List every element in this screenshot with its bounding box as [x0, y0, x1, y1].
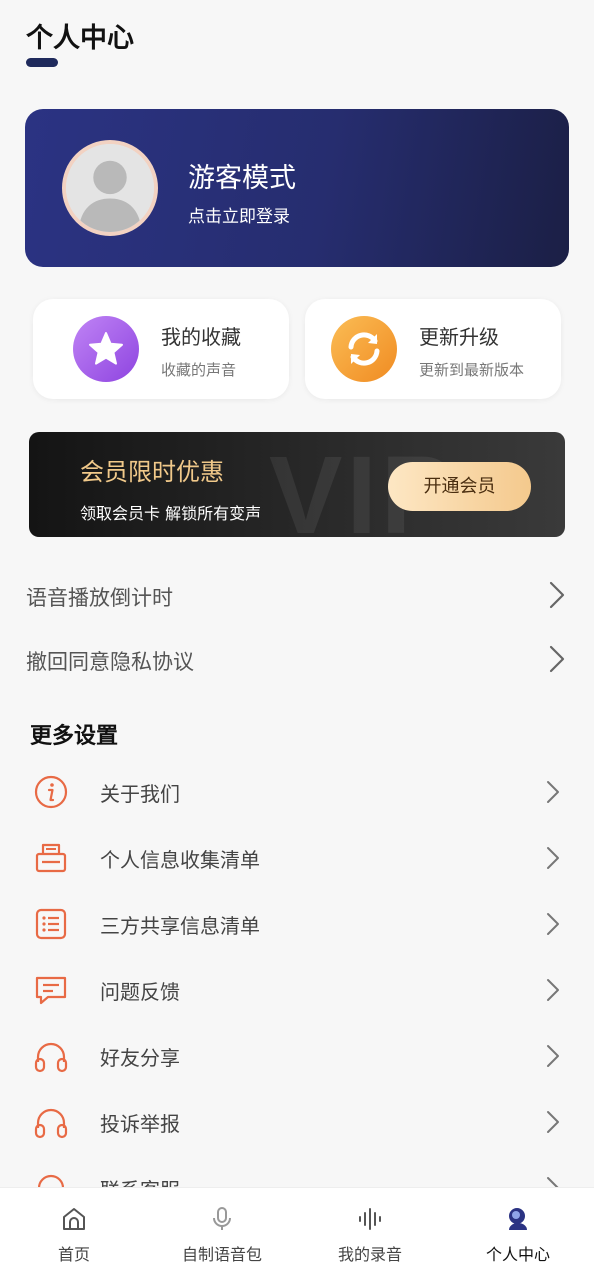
nav-label: 自制语音包 — [181, 1245, 262, 1264]
waveform-icon — [357, 1206, 383, 1232]
profile-card[interactable]: 游客模式 点击立即登录 — [25, 109, 569, 267]
setting-label: 关于我们 — [100, 782, 180, 806]
profile-name: 游客模式 — [188, 163, 296, 194]
vip-title: 会员限时优惠 — [80, 458, 224, 486]
setting-label: 问题反馈 — [100, 980, 180, 1004]
refresh-icon — [331, 316, 397, 382]
favorites-card[interactable]: 我的收藏 收藏的声音 — [33, 299, 289, 399]
revoke-privacy-label: 撤回同意隐私协议 — [26, 650, 194, 674]
more-settings-title: 更多设置 — [30, 724, 119, 749]
vip-subtitle: 领取会员卡 解锁所有变声 — [80, 504, 262, 523]
nav-home[interactable]: 首页 — [0, 1188, 148, 1280]
setting-label: 三方共享信息清单 — [100, 914, 260, 938]
setting-label: 投诉举报 — [100, 1112, 180, 1136]
printer-icon — [33, 840, 69, 876]
chevron-right-icon — [547, 1111, 559, 1133]
setting-row-report[interactable]: 投诉举报 — [0, 1092, 594, 1152]
bottom-nav: 首页 自制语音包 我的录音 个人中心 — [0, 1187, 594, 1280]
nav-label: 个人中心 — [485, 1245, 550, 1264]
home-icon — [61, 1206, 87, 1232]
nav-label: 我的录音 — [337, 1245, 402, 1264]
login-link[interactable]: 点击立即登录 — [188, 202, 290, 227]
headphones-icon — [33, 1104, 69, 1140]
countdown-row[interactable]: 语音播放倒计时 — [26, 572, 566, 622]
countdown-label: 语音播放倒计时 — [26, 586, 173, 610]
setting-row-third-party[interactable]: 三方共享信息清单 — [0, 894, 594, 954]
setting-row-about[interactable]: 关于我们 — [0, 762, 594, 822]
update-card[interactable]: 更新升级 更新到最新版本 — [305, 299, 561, 399]
setting-row-share[interactable]: 好友分享 — [0, 1026, 594, 1086]
headphones-icon — [33, 1038, 69, 1074]
revoke-privacy-row[interactable]: 撤回同意隐私协议 — [26, 636, 566, 686]
favorites-subtitle: 收藏的声音 — [161, 361, 237, 379]
setting-row-feedback[interactable]: 问题反馈 — [0, 960, 594, 1020]
nav-profile[interactable]: 个人中心 — [444, 1188, 592, 1280]
title-underline — [26, 58, 58, 67]
page-title: 个人中心 — [26, 23, 134, 54]
nav-recordings[interactable]: 我的录音 — [296, 1188, 444, 1280]
avatar-placeholder-icon — [66, 144, 154, 232]
chevron-right-icon — [547, 781, 559, 803]
setting-row-personal-info[interactable]: 个人信息收集清单 — [0, 828, 594, 888]
avatar[interactable] — [62, 140, 158, 236]
nav-voice-pack[interactable]: 自制语音包 — [148, 1188, 296, 1280]
star-icon — [73, 316, 139, 382]
nav-label: 首页 — [57, 1245, 90, 1264]
chevron-right-icon — [547, 847, 559, 869]
message-icon — [33, 972, 69, 1008]
open-vip-button[interactable]: 开通会员 — [388, 462, 531, 511]
setting-label: 个人信息收集清单 — [100, 848, 260, 872]
user-icon — [505, 1206, 531, 1232]
setting-label: 好友分享 — [100, 1046, 180, 1070]
chevron-right-icon — [547, 979, 559, 1001]
microphone-icon — [209, 1206, 235, 1232]
info-icon — [33, 774, 69, 810]
update-title: 更新升级 — [419, 325, 499, 349]
list-icon — [33, 906, 69, 942]
chevron-right-icon — [547, 913, 559, 935]
chevron-right-icon — [549, 581, 565, 609]
vip-banner[interactable]: VIP 会员限时优惠 领取会员卡 解锁所有变声 开通会员 — [29, 432, 565, 537]
update-subtitle: 更新到最新版本 — [419, 361, 525, 379]
chevron-right-icon — [547, 1045, 559, 1067]
chevron-right-icon — [549, 645, 565, 673]
favorites-title: 我的收藏 — [161, 325, 241, 349]
